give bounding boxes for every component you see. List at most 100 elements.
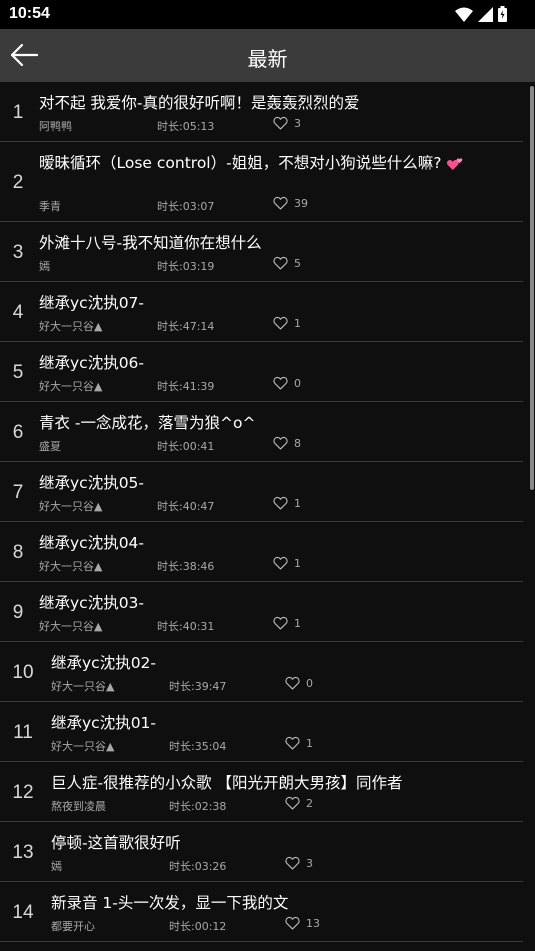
duration-label: 时长: [169, 800, 195, 813]
song-title-wrap: 继承yc沈执03- [39, 591, 513, 615]
heart-outline-icon [273, 376, 288, 390]
like-button[interactable]: 5 [273, 256, 301, 270]
duration-label: 时长: [157, 320, 183, 333]
song-index: 10 [12, 662, 34, 683]
song-title: 青衣 -一念成花，落雪为狼^o^ [39, 414, 256, 432]
song-duration: 时长:03:19 [157, 258, 214, 274]
heart-outline-icon [273, 316, 288, 330]
like-button[interactable]: 1 [273, 556, 301, 570]
song-duration: 时长:03:07 [157, 198, 214, 214]
song-row[interactable]: 6 青衣 -一念成花，落雪为狼^o^ 盛夏 时长:00:41 8 [0, 402, 523, 462]
song-title: 新录音 1-头一次发，显一下我的文 [51, 894, 289, 912]
song-row[interactable]: 4 继承yc沈执07- 好大一只谷▲ 时长:47:14 1 [0, 282, 523, 342]
like-count: 1 [294, 556, 301, 570]
duration-label: 时长: [157, 500, 183, 513]
song-title-wrap: 继承yc沈执02- [51, 651, 513, 675]
song-index: 4 [12, 302, 24, 323]
like-button[interactable]: 0 [285, 676, 313, 690]
like-button[interactable]: 1 [273, 496, 301, 510]
heart-outline-icon [285, 736, 300, 750]
like-button[interactable]: 1 [273, 316, 301, 330]
duration-value: 40:31 [182, 620, 215, 633]
song-title: 外滩十八号-我不知道你在想什么 [39, 234, 262, 252]
duration-value: 03:19 [182, 260, 215, 273]
song-row[interactable]: 10 继承yc沈执02- 好大一只谷▲ 时长:39:47 0 [0, 642, 523, 702]
heart-outline-icon [273, 496, 288, 510]
song-author: 好大一只谷▲ [39, 320, 103, 333]
like-button[interactable]: 8 [273, 436, 301, 450]
song-author: 嫣 [39, 260, 50, 273]
song-title-wrap: 新录音 1-头一次发，显一下我的文 [51, 891, 513, 915]
like-count: 1 [294, 316, 301, 330]
status-time: 10:54 [9, 5, 50, 22]
status-icons [455, 6, 507, 22]
song-author: 都要开心 [51, 920, 95, 933]
song-author: 盛夏 [39, 440, 61, 453]
song-row[interactable]: 2 暧昧循环（Lose control）-姐姐，不想对小狗说些什么嘛? 季青 时长:… [0, 142, 523, 222]
song-row[interactable]: 8 继承yc沈执04- 好大一只谷▲ 时长:38:46 1 [0, 522, 523, 582]
song-list[interactable]: 1 对不起 我爱你-真的很好听啊！是轰轰烈烈的爱 阿鸭鸭 时长:05:13 3 2 暧昧循环… [0, 82, 535, 951]
song-title: 继承yc沈执06- [39, 354, 145, 372]
like-button[interactable]: 0 [273, 376, 301, 390]
song-author: 嫣 [51, 860, 62, 873]
duration-value: 39:47 [194, 680, 227, 693]
like-button[interactable]: 39 [273, 196, 308, 210]
like-count: 2 [306, 796, 313, 810]
duration-label: 时长: [157, 440, 183, 453]
duration-value: 40:47 [182, 500, 215, 513]
song-row[interactable]: 3 外滩十八号-我不知道你在想什么嫣 时长:03:19 5 [0, 222, 523, 282]
song-title: 巨人症-很推荐的小众歌 【阳光开朗大男孩】同作者 [51, 774, 403, 792]
signal-icon [478, 6, 493, 22]
like-button[interactable]: 3 [285, 856, 313, 870]
song-index: 14 [12, 902, 34, 923]
song-author: 好大一只谷▲ [51, 740, 115, 753]
heart-outline-icon [285, 856, 300, 870]
song-author: 熬夜到凌晨 [51, 800, 106, 813]
song-title-wrap: 继承yc沈执05- [39, 471, 513, 495]
like-count: 8 [294, 436, 301, 450]
song-row[interactable]: 12 巨人症-很推荐的小众歌 【阳光开朗大男孩】同作者 熬夜到凌晨 时长:02:38 2 [0, 762, 523, 822]
song-index: 8 [12, 542, 24, 563]
song-row[interactable]: 11 继承yc沈执01- 好大一只谷▲ 时长:35:04 1 [0, 702, 523, 762]
song-index: 5 [12, 362, 24, 383]
like-button[interactable]: 2 [285, 796, 313, 810]
like-button[interactable]: 3 [273, 116, 301, 130]
song-index: 12 [12, 782, 34, 803]
song-duration: 时长:40:47 [157, 498, 214, 514]
song-row[interactable]: 13 停顿-这首歌很好听嫣 时长:03:26 3 [0, 822, 523, 882]
song-title-wrap: 外滩十八号-我不知道你在想什么 [39, 231, 513, 255]
song-index: 6 [12, 422, 24, 443]
song-index: 9 [12, 602, 24, 623]
duration-label: 时长: [157, 200, 183, 213]
song-row[interactable]: 7 继承yc沈执05- 好大一只谷▲ 时长:40:47 1 [0, 462, 523, 522]
like-count: 39 [294, 196, 308, 210]
scrollbar[interactable] [530, 86, 534, 490]
page-title: 最新 [247, 47, 288, 71]
song-row[interactable]: 1 对不起 我爱你-真的很好听啊！是轰轰烈烈的爱 阿鸭鸭 时长:05:13 3 [0, 82, 523, 142]
like-count: 0 [294, 376, 301, 390]
song-title-wrap: 继承yc沈执01- [51, 711, 513, 735]
like-count: 1 [294, 496, 301, 510]
duration-label: 时长: [169, 680, 195, 693]
like-button[interactable]: 13 [285, 916, 320, 930]
song-author: 阿鸭鸭 [39, 120, 72, 133]
song-duration: 时长:40:31 [157, 618, 214, 634]
song-row[interactable]: 14 新录音 1-头一次发，显一下我的文 都要开心 时长:00:12 13 [0, 882, 523, 942]
duration-value: 47:14 [182, 320, 215, 333]
song-row[interactable]: 5 继承yc沈执06- 好大一只谷▲ 时长:41:39 0 [0, 342, 523, 402]
song-duration: 时长:39:47 [169, 678, 226, 694]
status-bar: 10:54 [0, 0, 535, 29]
song-title-wrap: 对不起 我爱你-真的很好听啊！是轰轰烈烈的爱 [39, 91, 513, 115]
duration-label: 时长: [157, 620, 183, 633]
like-button[interactable]: 1 [285, 736, 313, 750]
song-index: 3 [12, 242, 24, 263]
heart-outline-icon [273, 436, 288, 450]
duration-label: 时长: [169, 860, 195, 873]
song-author: 好大一只谷▲ [39, 560, 103, 573]
wifi-icon [455, 7, 473, 22]
song-row[interactable]: 9 继承yc沈执03- 好大一只谷▲ 时长:40:31 1 [0, 582, 523, 642]
song-title: 停顿-这首歌很好听 [51, 834, 181, 852]
like-button[interactable]: 1 [273, 616, 301, 630]
duration-value: 38:46 [182, 560, 215, 573]
duration-label: 时长: [157, 380, 183, 393]
